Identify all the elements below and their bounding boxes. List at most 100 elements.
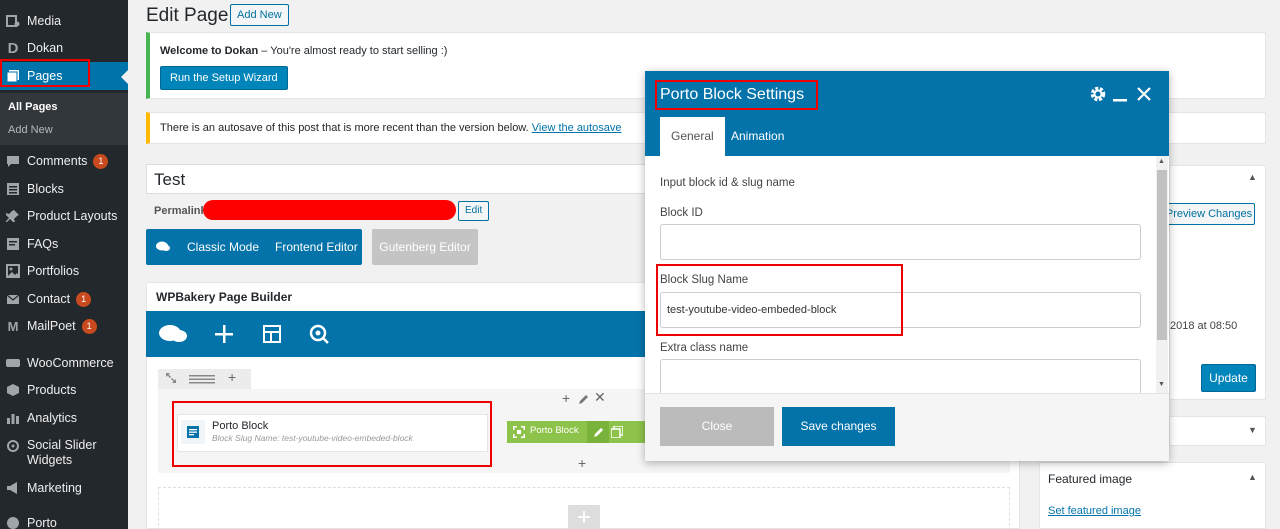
sidebar-item-label: MailPoet — [27, 319, 76, 333]
sidebar-item-dokan[interactable]: D Dokan — [0, 34, 128, 62]
add-element-icon[interactable] — [209, 319, 239, 349]
products-icon — [5, 382, 21, 398]
annotation-slug-field — [656, 264, 903, 336]
publish-toggle-icon[interactable]: ▲ — [1248, 172, 1257, 182]
scroll-up-icon[interactable]: ▲ — [1158, 158, 1165, 165]
element-add-below-icon[interactable]: + — [578, 455, 586, 471]
modal-scrollbar-thumb[interactable] — [1157, 170, 1167, 340]
sidebar-item-label: Comments — [27, 154, 88, 168]
sidebar-item-mailpoet[interactable]: M MailPoet 1 — [0, 312, 128, 340]
sidebar-item-label: Media — [27, 14, 62, 28]
element-edit-icon[interactable] — [587, 421, 609, 443]
sidebar-item-contact[interactable]: Contact 1 — [0, 285, 128, 313]
blocks-icon — [5, 181, 21, 197]
comments-count-badge: 1 — [93, 153, 109, 169]
row-move-icon[interactable] — [165, 372, 177, 387]
frontend-editor-button[interactable]: Frontend Editor — [275, 229, 358, 265]
sidebar-item-label: Portfolios — [27, 264, 80, 278]
analytics-icon — [5, 410, 21, 426]
scroll-down-icon[interactable]: ▼ — [1158, 381, 1165, 388]
column-edit-icon[interactable] — [578, 393, 589, 408]
pin-icon — [5, 208, 21, 224]
column-delete-icon[interactable]: ✕ — [594, 389, 606, 406]
gear-icon[interactable] — [1089, 85, 1107, 108]
featured-image-title: Featured image — [1048, 472, 1133, 486]
mailpoet-count-badge: 1 — [81, 318, 97, 334]
sidebar-item-portfolios[interactable]: Portfolios — [0, 257, 128, 285]
current-menu-pointer — [121, 69, 129, 85]
row-controls: + — [158, 369, 251, 389]
search-icon[interactable] — [304, 319, 334, 349]
featured-toggle-icon[interactable]: ▲ — [1248, 472, 1257, 482]
publish-date-text: 2018 at 08:50 — [1170, 320, 1238, 332]
contact-count-badge: 1 — [76, 291, 92, 307]
modal-intro-text: Input block id & slug name — [660, 177, 795, 189]
page-title: Edit Page — [146, 5, 229, 26]
mail-icon — [5, 291, 21, 307]
faqs-icon — [5, 236, 21, 252]
media-icon — [5, 13, 21, 29]
column-add-icon[interactable]: + — [562, 390, 570, 406]
sidebar-item-social-slider[interactable]: Social Slider Widgets — [0, 432, 128, 468]
marketing-icon — [5, 480, 21, 496]
close-icon[interactable] — [1136, 85, 1152, 108]
wpbakery-title: WPBakery Page Builder — [156, 290, 293, 304]
wpbakery-logo-icon — [155, 229, 171, 265]
element-move-icon[interactable] — [513, 426, 525, 441]
sidebar-item-analytics[interactable]: Analytics — [0, 404, 128, 432]
annotation-porto-element — [172, 401, 492, 467]
comments-icon — [5, 153, 21, 169]
add-new-button[interactable]: Add New — [230, 4, 289, 26]
annotation-pages — [0, 59, 90, 87]
post-title-input[interactable]: Test — [146, 164, 646, 194]
element-clone-icon[interactable] — [610, 425, 624, 441]
minimize-icon[interactable] — [1112, 85, 1128, 108]
templates-icon[interactable] — [257, 319, 287, 349]
submenu-add-new[interactable]: Add New — [8, 124, 53, 136]
sidebar-item-woocommerce[interactable]: WooCommerce — [0, 349, 128, 377]
setup-wizard-button[interactable]: Run the Setup Wizard — [160, 66, 288, 90]
wpbakery-cloud-icon[interactable] — [158, 319, 188, 349]
sidebar-item-media[interactable]: Media — [0, 7, 128, 35]
row-layout-icon[interactable] — [189, 373, 215, 388]
update-button[interactable]: Update — [1201, 364, 1256, 392]
sidebar-item-label: Contact — [27, 292, 71, 306]
sidebar-item-label: Porto — [27, 516, 57, 529]
tab-animation[interactable]: Animation — [720, 117, 795, 156]
extra-class-label: Extra class name — [660, 342, 749, 354]
tab-general[interactable]: General — [660, 117, 725, 156]
sidebar-item-label: FAQs — [27, 237, 59, 251]
block-id-label: Block ID — [660, 207, 703, 219]
save-changes-button[interactable]: Save changes — [782, 407, 895, 446]
social-icon — [5, 438, 21, 454]
portfolio-icon — [5, 263, 21, 279]
extra-class-input[interactable] — [660, 359, 1141, 393]
sidebar-item-marketing[interactable]: Marketing — [0, 474, 128, 502]
sidebar-item-blocks[interactable]: Blocks — [0, 175, 128, 203]
gutenberg-editor-button[interactable]: Gutenberg Editor — [372, 229, 478, 265]
permalink-edit-button[interactable]: Edit — [458, 201, 490, 221]
editor-mode-bar: Classic Mode Frontend Editor — [146, 229, 362, 265]
element-control-label[interactable]: Porto Block — [530, 425, 579, 436]
sidebar-item-products[interactable]: Products — [0, 376, 128, 404]
sidebar-item-comments[interactable]: Comments 1 — [0, 147, 128, 175]
block-id-input[interactable] — [660, 224, 1141, 260]
view-autosave-link[interactable]: View the autosave — [532, 122, 622, 134]
sidebar-item-label: WooCommerce — [27, 356, 114, 370]
add-row-icon[interactable]: + — [568, 505, 600, 529]
sidebar-item-label: Marketing — [27, 481, 82, 495]
sidebar-item-label: Dokan — [27, 41, 64, 55]
preview-changes-button[interactable]: Preview Changes — [1163, 203, 1255, 225]
annotation-modal-title — [655, 80, 818, 110]
sidebar-item-faqs[interactable]: FAQs — [0, 230, 128, 258]
classic-mode-button[interactable]: Classic Mode — [187, 229, 259, 265]
close-button[interactable]: Close — [660, 407, 774, 446]
woo-icon — [5, 355, 21, 371]
sidebar-item-product-layouts[interactable]: Product Layouts — [0, 202, 128, 230]
panel-toggle-icon[interactable]: ▼ — [1248, 425, 1257, 435]
set-featured-image-link[interactable]: Set featured image — [1048, 505, 1141, 517]
permalink-label: Permalink: — [154, 205, 211, 217]
row-add-icon[interactable]: + — [228, 369, 236, 385]
submenu-all-pages[interactable]: All Pages — [8, 101, 58, 113]
sidebar-item-porto[interactable]: Porto — [0, 509, 128, 529]
